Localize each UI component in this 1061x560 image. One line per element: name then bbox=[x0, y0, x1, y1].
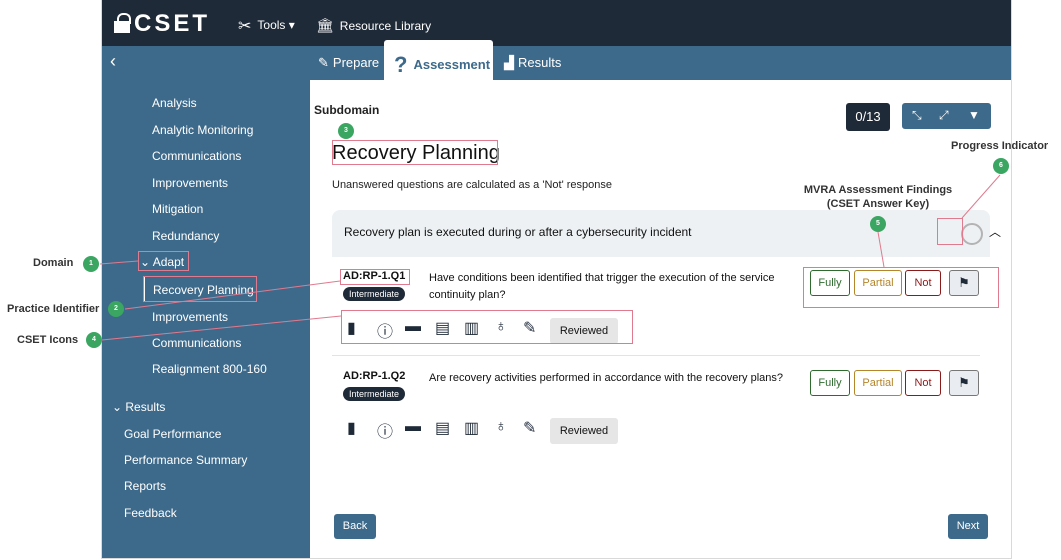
tab-results-label: Results bbox=[518, 55, 562, 70]
annotation-mvra-line2: (CSET Answer Key) bbox=[826, 198, 930, 210]
sidebar-item-communications-2[interactable]: Communications bbox=[152, 336, 241, 350]
subdomain-label: Subdomain bbox=[314, 103, 380, 117]
question-text: Are recovery activities performed in acc… bbox=[429, 372, 783, 384]
question-group-title: Recovery plan is executed during or afte… bbox=[344, 225, 692, 239]
sidebar-results-group[interactable]: ⌄ Results bbox=[112, 400, 165, 414]
logo-text: CSET bbox=[134, 10, 211, 37]
question-divider bbox=[332, 355, 980, 356]
annotation-label-mvra: MVRA Assessment Findings (CSET Answer Ke… bbox=[798, 183, 958, 211]
tools-label: Tools bbox=[257, 18, 286, 32]
reviewed-button[interactable]: Reviewed bbox=[550, 418, 618, 444]
chevron-up-icon[interactable]: ︿ bbox=[989, 223, 1001, 240]
document-icon[interactable]: ▤ bbox=[435, 418, 450, 438]
question-row: AD:RP-1.Q2 Intermediate Are recovery act… bbox=[332, 370, 980, 450]
answer-not-button[interactable]: Not bbox=[905, 370, 941, 396]
annotation-box-progress bbox=[937, 218, 963, 245]
annotation-number-5: 5 bbox=[870, 216, 886, 232]
question-id: AD:RP-1.Q2 bbox=[343, 370, 406, 382]
question-text: Have conditions been identified that tri… bbox=[429, 272, 775, 301]
chevron-left-icon[interactable]: ‹ bbox=[110, 51, 116, 72]
sidebar-results-label: Results bbox=[125, 400, 166, 414]
filter-icon[interactable]: ▼ bbox=[968, 108, 980, 122]
tools-icon: ✂ bbox=[238, 18, 252, 35]
answer-fully-button[interactable]: Fully bbox=[810, 370, 850, 396]
next-button[interactable]: Next bbox=[948, 514, 988, 539]
library-books-icon[interactable]: ▥ bbox=[464, 418, 479, 438]
top-navbar: CSET ✂ Tools ▾ 🏛 Resource Library bbox=[102, 0, 1011, 46]
sidebar-item-analytic-monitoring[interactable]: Analytic Monitoring bbox=[152, 123, 253, 137]
annotation-box-answers bbox=[803, 267, 999, 308]
book-icon[interactable]: ▮ bbox=[347, 418, 356, 438]
level-badge: Intermediate bbox=[343, 287, 406, 301]
tools-menu[interactable]: ✂ Tools ▾ bbox=[238, 16, 295, 36]
tab-assessment-label: Assessment bbox=[413, 57, 491, 72]
collapse-icon[interactable]: ⤡ bbox=[912, 108, 922, 123]
resource-library-label: Resource Library bbox=[339, 19, 432, 33]
comment-icon[interactable]: ▬ bbox=[405, 418, 421, 436]
annotation-number-2: 2 bbox=[108, 301, 124, 317]
sidebar-item-improvements-2[interactable]: Improvements bbox=[152, 310, 228, 324]
annotation-box-title bbox=[332, 140, 498, 165]
annotation-box-domain bbox=[138, 251, 189, 271]
library-icon: 🏛 bbox=[316, 17, 334, 33]
sidebar-item-performance-summary[interactable]: Performance Summary bbox=[124, 453, 247, 467]
progress-circle-icon bbox=[961, 223, 983, 245]
level-badge: Intermediate bbox=[343, 387, 406, 401]
annotation-label-progress: Progress Indicator bbox=[951, 140, 1049, 152]
results-chart-icon: ▟ bbox=[504, 55, 514, 70]
sidebar-item-realignment[interactable]: Realignment 800-160 bbox=[152, 362, 267, 376]
feedback-icon[interactable]: ✎ bbox=[523, 418, 536, 438]
annotation-number-3: 3 bbox=[338, 123, 354, 139]
unanswered-note: Unanswered questions are calculated as a… bbox=[332, 179, 612, 191]
sidebar-item-improvements[interactable]: Improvements bbox=[152, 176, 228, 190]
tab-assessment[interactable]: ? Assessment bbox=[384, 40, 493, 82]
lock-icon bbox=[114, 13, 131, 33]
sidebar-item-redundancy[interactable]: Redundancy bbox=[152, 229, 219, 243]
annotation-number-6: 6 bbox=[993, 158, 1009, 174]
back-button[interactable]: Back bbox=[334, 514, 376, 539]
tab-prepare-label: Prepare bbox=[332, 55, 380, 70]
sidebar-item-goal-performance[interactable]: Goal Performance bbox=[124, 427, 221, 441]
annotation-box-practice bbox=[143, 276, 257, 302]
annotation-label-practice: Practice Identifier bbox=[7, 303, 100, 315]
annotation-number-4: 4 bbox=[86, 332, 102, 348]
tab-prepare[interactable]: ✎ Prepare bbox=[312, 49, 379, 77]
annotation-number-1: 1 bbox=[83, 256, 99, 272]
flag-icon[interactable]: ⚑ bbox=[949, 370, 979, 396]
annotation-box-icons bbox=[341, 310, 633, 344]
edit-icon: ✎ bbox=[318, 55, 329, 70]
annotation-box-practice-id bbox=[340, 269, 410, 285]
annotation-label-icons: CSET Icons bbox=[17, 334, 79, 346]
sidebar-item-feedback[interactable]: Feedback bbox=[124, 506, 177, 520]
caret-down-icon: ▾ bbox=[285, 18, 295, 32]
annotation-label-domain: Domain bbox=[33, 257, 74, 269]
question-group-header[interactable]: Recovery plan is executed during or afte… bbox=[332, 210, 1001, 257]
sidebar-item-communications[interactable]: Communications bbox=[152, 149, 241, 163]
tab-results[interactable]: ▟ Results bbox=[498, 49, 561, 77]
sidebar: Analysis Analytic Monitoring Communicati… bbox=[102, 80, 310, 558]
cset-logo[interactable]: CSET bbox=[114, 10, 210, 38]
info-icon[interactable]: ⓘ bbox=[377, 418, 393, 442]
sidebar-item-reports[interactable]: Reports bbox=[124, 479, 166, 493]
lightbulb-icon[interactable]: ♁ bbox=[495, 418, 507, 436]
answer-partial-button[interactable]: Partial bbox=[854, 370, 902, 396]
question-icon: ? bbox=[394, 52, 408, 77]
question-toolbar: ⤡ ⤢ ▼ bbox=[902, 103, 991, 129]
expand-icon[interactable]: ⤢ bbox=[939, 108, 949, 123]
progress-counter: 0/13 bbox=[846, 103, 890, 131]
annotation-mvra-line1: MVRA Assessment Findings bbox=[803, 184, 953, 196]
resource-library-link[interactable]: 🏛 Resource Library bbox=[316, 17, 431, 34]
chevron-down-icon: ⌄ bbox=[112, 400, 126, 414]
sidebar-item-analysis[interactable]: Analysis bbox=[152, 96, 197, 110]
sidebar-item-mitigation[interactable]: Mitigation bbox=[152, 202, 203, 216]
